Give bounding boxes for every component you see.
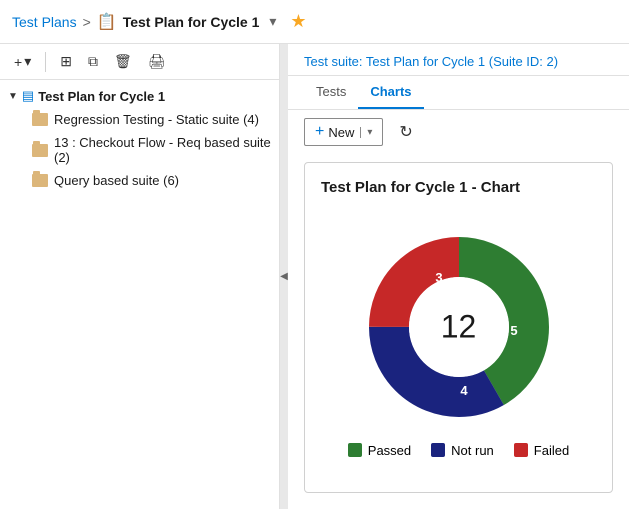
left-panel: + ▾ ⊞ ⧉ 🗑 🖨 ▼ ▤ Test Plan for Cycle 1 [0,44,280,509]
failed-color-swatch [514,443,528,457]
passed-label: Passed [368,443,411,458]
delete-button[interactable]: 🗑 [108,49,138,74]
panel-collapse-handle[interactable]: ◀ [280,44,288,509]
chart-toolbar: + New ▾ ↻ [288,110,629,154]
chart-area: Test Plan for Cycle 1 - Chart [288,154,629,509]
suite-header-prefix: Test suite: [304,54,366,69]
suite-item-label: 13 : Checkout Flow - Req based suite (2) [54,135,271,165]
new-plus-icon: + [315,123,324,141]
folder-icon [32,174,48,187]
chevron-down-icon[interactable]: ▾ [269,13,276,30]
plan-icon: 📋 [97,12,117,32]
tree-toolbar: + ▾ ⊞ ⧉ 🗑 🖨 [0,44,279,80]
chart-legend: Passed Not run Failed [348,443,569,458]
passed-color-swatch [348,443,362,457]
refresh-icon: ↻ [399,124,412,141]
folder-icon [32,144,48,157]
tree-root-label: Test Plan for Cycle 1 [38,89,165,104]
plan-name: Test Plan for Cycle 1 [123,14,260,30]
refresh-button[interactable]: ↻ [391,118,420,146]
notrun-label: Not run [451,443,494,458]
delete-icon: 🗑 [114,53,132,70]
list-item[interactable]: Query based suite (6) [24,169,279,192]
toolbar-separator [45,52,46,72]
breadcrumb: Test Plans > 📋 Test Plan for Cycle 1 ▾ ★ [12,11,307,32]
chart-title: Test Plan for Cycle 1 - Chart [321,179,596,196]
tab-tests[interactable]: Tests [304,76,358,109]
legend-item-notrun: Not run [431,443,494,458]
tree-expand-icon: ⊞ [60,53,72,70]
legend-item-passed: Passed [348,443,411,458]
new-button[interactable]: + New ▾ [304,118,383,146]
main-layout: + ▾ ⊞ ⧉ 🗑 🖨 ▼ ▤ Test Plan for Cycle 1 [0,44,629,509]
copy-button[interactable]: ⧉ [82,49,104,74]
failed-value: 3 [435,270,442,285]
app-header: Test Plans > 📋 Test Plan for Cycle 1 ▾ ★ [0,0,629,44]
tab-bar: Tests Charts [288,76,629,110]
print-icon: 🖨 [148,53,166,70]
donut-chart: 3 5 4 12 [359,227,559,427]
list-item[interactable]: 13 : Checkout Flow - Req based suite (2) [24,131,279,169]
tree-root-icon: ▤ [22,88,34,104]
right-panel: Test suite: Test Plan for Cycle 1 (Suite… [288,44,629,509]
notrun-value: 4 [460,383,468,398]
test-plans-link[interactable]: Test Plans [12,14,77,30]
donut-container: 3 5 4 12 Passed [321,208,596,476]
folder-icon [32,113,48,126]
collapse-chevron-icon: ◀ [280,271,288,282]
notrun-color-swatch [431,443,445,457]
new-chevron-icon: ▾ [360,127,372,138]
suite-header: Test suite: Test Plan for Cycle 1 (Suite… [288,44,629,76]
tree-root-item[interactable]: ▼ ▤ Test Plan for Cycle 1 [0,84,279,108]
list-item[interactable]: Regression Testing - Static suite (4) [24,108,279,131]
suite-item-label: Query based suite (6) [54,173,179,188]
suite-item-label: Regression Testing - Static suite (4) [54,112,259,127]
donut-center-value: 12 [441,308,477,345]
tree-root-chevron: ▼ [8,91,18,102]
add-chevron-icon: ▾ [24,53,31,70]
tree-children: Regression Testing - Static suite (4) 13… [0,108,279,192]
favorite-star-icon[interactable]: ★ [290,11,306,32]
passed-value: 5 [510,323,517,338]
suite-name: Test Plan for Cycle 1 (Suite ID: 2) [366,54,558,69]
failed-label: Failed [534,443,569,458]
add-button[interactable]: + ▾ [8,49,37,74]
tab-charts[interactable]: Charts [358,76,423,109]
expand-collapse-button[interactable]: ⊞ [54,49,78,74]
legend-item-failed: Failed [514,443,569,458]
plus-icon: + [14,54,22,70]
breadcrumb-sep: > [83,14,91,30]
new-button-label: New [328,125,354,140]
copy-icon: ⧉ [88,53,98,70]
print-button[interactable]: 🖨 [142,49,172,74]
test-suite-tree: ▼ ▤ Test Plan for Cycle 1 Regression Tes… [0,80,279,509]
chart-card: Test Plan for Cycle 1 - Chart [304,162,613,493]
